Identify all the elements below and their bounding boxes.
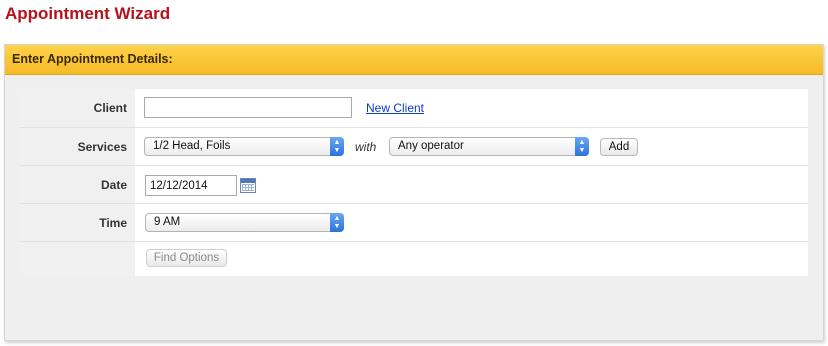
client-label: Client bbox=[93, 101, 127, 115]
services-row: Services 1/2 Head, Foils ▲ ▼ with Any ope… bbox=[19, 128, 808, 166]
appointment-details-panel: Enter Appointment Details: Client New Cl… bbox=[4, 44, 824, 341]
appointment-form: Client New Client Services 1/2 Head, Foi… bbox=[19, 89, 808, 276]
time-select-value: 9 AM bbox=[154, 216, 181, 228]
panel-header: Enter Appointment Details: bbox=[5, 45, 823, 75]
operator-select[interactable]: Any operator ▲ ▼ bbox=[389, 137, 589, 156]
operator-select-value: Any operator bbox=[398, 140, 464, 152]
client-row: Client New Client bbox=[19, 89, 808, 127]
updown-chevron-icon: ▲ ▼ bbox=[575, 137, 589, 156]
page-title: Appointment Wizard bbox=[5, 4, 171, 23]
service-select[interactable]: 1/2 Head, Foils ▲ ▼ bbox=[144, 137, 344, 156]
calendar-icon[interactable] bbox=[240, 178, 256, 193]
find-options-button[interactable]: Find Options bbox=[146, 249, 227, 267]
add-service-button[interactable]: Add bbox=[600, 138, 638, 156]
updown-chevron-icon: ▲ ▼ bbox=[330, 213, 344, 232]
time-select[interactable]: 9 AM ▲ ▼ bbox=[145, 213, 344, 232]
date-row: Date bbox=[19, 166, 808, 204]
updown-chevron-icon: ▲ ▼ bbox=[330, 137, 344, 156]
time-label: Time bbox=[99, 216, 127, 230]
date-input[interactable] bbox=[145, 175, 237, 196]
date-label: Date bbox=[100, 178, 127, 192]
new-client-link[interactable]: New Client bbox=[366, 101, 424, 115]
client-input[interactable] bbox=[144, 97, 352, 118]
actions-row: Find Options bbox=[19, 242, 808, 280]
time-row: Time 9 AM ▲ ▼ bbox=[19, 204, 808, 242]
services-label: Services bbox=[77, 140, 127, 154]
service-select-value: 1/2 Head, Foils bbox=[153, 140, 231, 152]
with-label: with bbox=[355, 140, 377, 154]
